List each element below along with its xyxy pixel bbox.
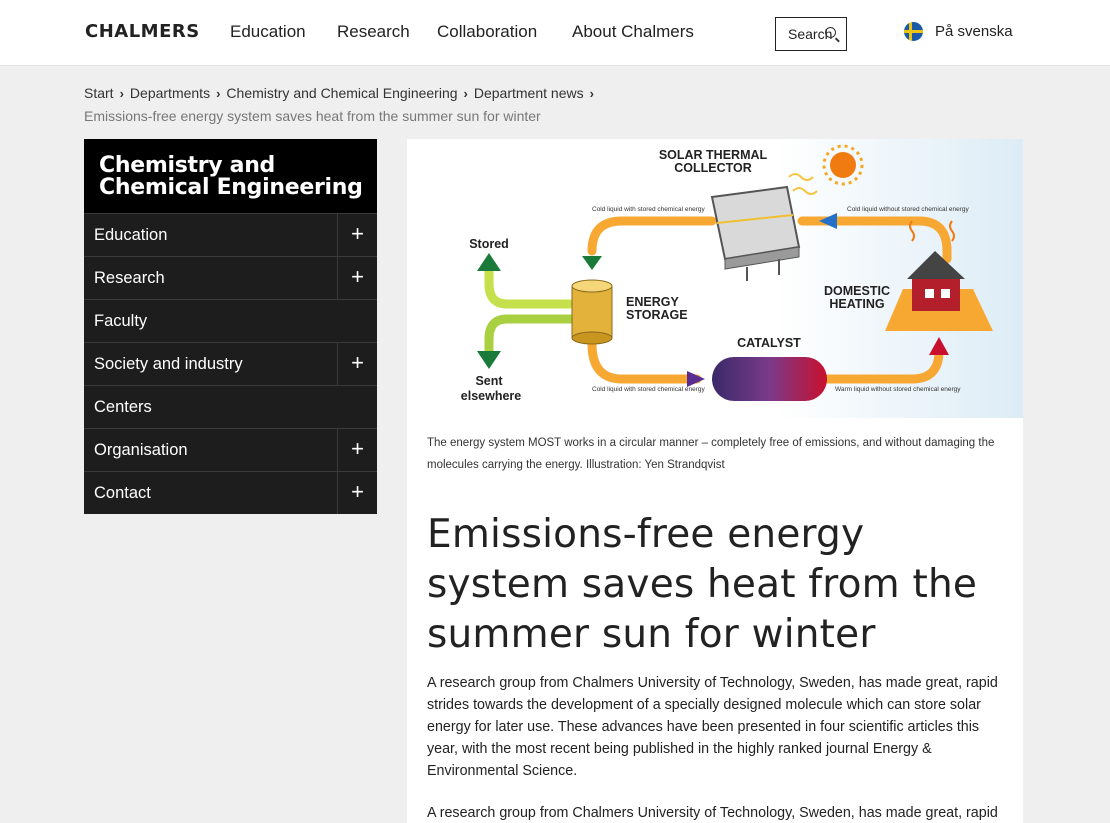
label-storage-line1: ENERGY [626, 295, 679, 309]
language-switch[interactable]: På svenska [904, 22, 1013, 41]
label-flow-bottom-left: Cold liquid with stored chemical energy [592, 386, 705, 393]
language-label: På svenska [935, 23, 1013, 40]
sidebar-item-label: Education [94, 226, 168, 244]
heating-return-arrow-icon [929, 337, 949, 355]
sent-branch [484, 314, 572, 353]
label-flow-bottom-right: Warm liquid without stored chemical ener… [835, 386, 961, 393]
label-flow-top-right: Cold liquid without stored chemical ener… [847, 206, 970, 213]
stored-arrow-icon [477, 253, 501, 271]
nav-collaboration[interactable]: Collaboration [437, 22, 537, 42]
energy-storage-cylinder [571, 285, 613, 339]
stored-branch [484, 269, 572, 309]
chevron-right-icon: › [589, 86, 594, 101]
house-window [941, 289, 950, 298]
sidebar-item-label: Organisation [94, 441, 188, 459]
nav-education[interactable]: Education [230, 22, 306, 42]
catalyst-tube [712, 357, 827, 401]
sidebar-item-organisation[interactable]: Organisation + [84, 428, 377, 471]
nav-research[interactable]: Research [337, 22, 410, 42]
label-solar-line1: SOLAR THERMAL [659, 148, 768, 162]
sidebar-item-label: Faculty [94, 312, 148, 330]
sidebar-title[interactable]: Chemistry and Chemical Engineering [84, 139, 377, 213]
article-headline: Emissions-free energy system saves heat … [427, 512, 978, 657]
breadcrumb-start[interactable]: Start [84, 85, 114, 101]
house-window [925, 289, 934, 298]
expand-plus-icon[interactable]: + [337, 257, 377, 299]
label-catalyst: CATALYST [737, 336, 801, 350]
label-solar-line2: COLLECTOR [674, 161, 752, 175]
label-sent-line1: Sent [475, 374, 503, 388]
label-stored: Stored [469, 237, 509, 251]
expand-plus-icon[interactable]: + [337, 214, 377, 256]
energy-cycle-diagram: SOLAR THERMAL COLLECTOR ENERGY STORAGE C… [461, 144, 993, 403]
search-icon [825, 27, 836, 38]
top-navigation-bar: CHALMERS Education Research Collaboratio… [0, 0, 1110, 66]
storage-inflow-arrow-icon [582, 256, 602, 270]
figure-caption: The energy system MOST works in a circul… [427, 437, 995, 471]
expand-plus-icon[interactable]: + [337, 429, 377, 471]
flow-pipe-top-left [587, 216, 717, 256]
collector-inflow-arrow-icon [819, 213, 837, 229]
breadcrumb-department-news[interactable]: Department news [474, 85, 584, 101]
chevron-right-icon: › [119, 86, 124, 101]
sidebar-item-label: Society and industry [94, 355, 243, 373]
breadcrumb-chemistry[interactable]: Chemistry and Chemical Engineering [226, 85, 457, 101]
storage-cylinder-base [571, 331, 613, 345]
chevron-right-icon: › [216, 86, 221, 101]
breadcrumb-departments[interactable]: Departments [130, 85, 210, 101]
nav-about-chalmers[interactable]: About Chalmers [572, 22, 694, 42]
article-card: SOLAR THERMAL COLLECTOR ENERGY STORAGE C… [407, 139, 1023, 823]
storage-cylinder-top [571, 279, 613, 293]
label-flow-top-left: Cold liquid with stored chemical energy [592, 206, 705, 213]
sidebar-item-contact[interactable]: Contact + [84, 471, 377, 514]
flow-pipe-bottom-right [822, 346, 944, 384]
sun-icon [830, 152, 856, 178]
sidebar-item-label: Centers [94, 398, 152, 416]
breadcrumb: Start › Departments › Chemistry and Chemical… [84, 82, 704, 127]
sidebar-item-centers[interactable]: Centers [84, 385, 377, 428]
article-body-paragraph: A research group from Chalmers Universit… [427, 805, 998, 821]
breadcrumb-current: Emissions-free energy system saves heat … [84, 108, 541, 124]
label-sent-line2: elsewhere [461, 389, 522, 403]
sidebar-item-label: Research [94, 269, 165, 287]
sidebar-title-line2: Chemical Engineering [99, 175, 363, 200]
label-heating-line2: HEATING [829, 297, 884, 311]
most-energy-system-illustration: SOLAR THERMAL COLLECTOR ENERGY STORAGE C… [407, 139, 1023, 418]
search-button[interactable]: Search [775, 17, 847, 51]
expand-plus-icon[interactable]: + [337, 472, 377, 514]
heat-waves-icon [788, 173, 818, 195]
label-heating-line1: DOMESTIC [824, 284, 890, 298]
flow-pipe-top-right [797, 216, 952, 264]
catalyst-inflow-arrow-icon [687, 371, 705, 387]
house-body-icon [912, 277, 960, 311]
article-lede: A research group from Chalmers Universit… [427, 675, 998, 779]
sidebar-item-education[interactable]: Education + [84, 213, 377, 256]
sidebar-item-society-and-industry[interactable]: Society and industry + [84, 342, 377, 385]
chalmers-logo[interactable]: CHALMERS [85, 21, 200, 42]
swedish-flag-icon [904, 22, 923, 41]
flow-pipe-bottom-left [587, 339, 702, 384]
chevron-right-icon: › [463, 86, 468, 101]
sidebar-item-faculty[interactable]: Faculty [84, 299, 377, 342]
sidebar-item-label: Contact [94, 484, 151, 502]
department-sidebar: Chemistry and Chemical Engineering Educa… [84, 139, 377, 514]
house-roof-icon [907, 251, 965, 279]
sidebar-title-line1: Chemistry and [99, 153, 276, 178]
label-storage-line2: STORAGE [626, 308, 688, 322]
expand-plus-icon[interactable]: + [337, 343, 377, 385]
sidebar-item-research[interactable]: Research + [84, 256, 377, 299]
sent-arrow-icon [477, 351, 501, 369]
